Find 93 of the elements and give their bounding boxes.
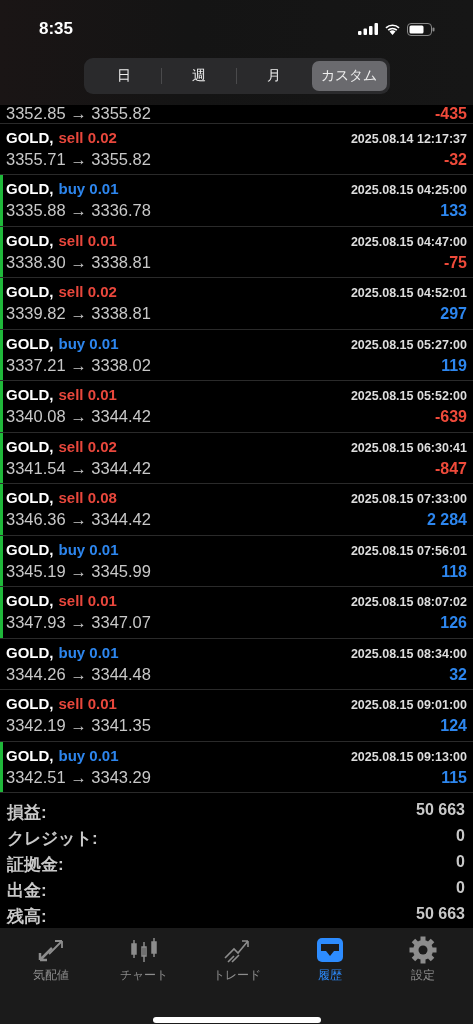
summary-label: 証拠金: bbox=[7, 854, 64, 877]
nav-tab[interactable]: チャート bbox=[103, 936, 184, 985]
deal-time: 2025.08.15 09:01:00 bbox=[350, 698, 467, 713]
deal-volume: sell 0.02 bbox=[58, 438, 117, 455]
deal-prices: 3339.82 → 3338.81 bbox=[6, 304, 151, 324]
deal-volume: sell 0.08 bbox=[58, 489, 117, 507]
symbol: GOLD, bbox=[6, 180, 54, 198]
deal-profit: 297 bbox=[440, 305, 467, 324]
symbol: GOLD, bbox=[6, 283, 54, 301]
deal-profit: -847 bbox=[434, 460, 467, 478]
period-tab[interactable]: 月 bbox=[237, 61, 312, 91]
deal-time: 2025.08.15 07:56:01 bbox=[350, 544, 467, 558]
summary-label: クレジット: bbox=[7, 828, 98, 851]
signal-icon bbox=[358, 23, 378, 35]
deal-time: 2025.08.15 06:30:41 bbox=[350, 441, 467, 455]
nav-tab[interactable]: トレード bbox=[196, 936, 277, 985]
symbol: GOLD, bbox=[6, 129, 54, 146]
deal-prices: 3355.71 → 3355.82 bbox=[6, 150, 151, 169]
symbol: GOLD, bbox=[6, 335, 54, 352]
deal-volume: sell 0.01 bbox=[58, 232, 117, 249]
deal-time: 2025.08.15 04:52:01 bbox=[350, 286, 467, 301]
symbol: GOLD, bbox=[6, 232, 54, 249]
deal-profit: 133 bbox=[440, 202, 467, 221]
deal-profit: -435 bbox=[434, 104, 467, 123]
period-tab[interactable]: 週 bbox=[161, 61, 236, 91]
deal-prices: 3347.93 → 3347.07 bbox=[6, 613, 151, 633]
summary-value: 50 663 bbox=[416, 801, 465, 821]
nav-tab[interactable]: 履歴 bbox=[289, 936, 370, 985]
symbol: GOLD, bbox=[6, 386, 54, 404]
deal-prices: 3338.30 → 3338.81 bbox=[6, 253, 151, 272]
deal-prices: 3340.08 → 3344.42 bbox=[6, 407, 151, 427]
deal-time: 2025.08.15 05:27:00 bbox=[350, 338, 467, 352]
summary-label: 残高: bbox=[7, 906, 47, 929]
deal-volume: sell 0.02 bbox=[58, 129, 117, 146]
deal-volume: sell 0.01 bbox=[58, 592, 117, 610]
symbol: GOLD, bbox=[6, 438, 54, 455]
symbol: GOLD, bbox=[6, 644, 54, 661]
deal-time: 2025.08.14 12:17:37 bbox=[350, 132, 467, 146]
deal-prices: 3341.54 → 3344.42 bbox=[6, 459, 151, 478]
summary-label: 出金: bbox=[7, 880, 47, 903]
clock: 8:35 bbox=[39, 19, 74, 39]
deal-time: 2025.08.15 07:33:00 bbox=[350, 492, 467, 507]
symbol: GOLD, bbox=[6, 747, 54, 764]
deal-time: 2025.08.15 09:13:00 bbox=[350, 750, 467, 764]
nav-tab[interactable]: 気配値 bbox=[10, 936, 91, 985]
deal-time: 2025.08.15 08:34:00 bbox=[350, 647, 467, 661]
period-tab[interactable]: 日 bbox=[86, 61, 161, 91]
deal-prices: 3344.26 → 3344.48 bbox=[6, 665, 151, 684]
summary-label: 損益: bbox=[7, 802, 47, 825]
deal-time: 2025.08.15 05:52:00 bbox=[350, 389, 467, 404]
deal-volume: sell 0.01 bbox=[58, 695, 117, 713]
deal-volume: sell 0.02 bbox=[58, 283, 117, 301]
deal-profit: 118 bbox=[441, 563, 467, 581]
deal-prices: 3352.85 → 3355.82 bbox=[6, 103, 151, 123]
deal-profit: 115 bbox=[441, 769, 467, 787]
wifi-icon bbox=[384, 23, 401, 35]
deal-prices: 3345.19 → 3345.99 bbox=[6, 562, 151, 581]
deal-prices: 3342.19 → 3341.35 bbox=[6, 716, 151, 736]
deal-profit: -32 bbox=[443, 151, 467, 169]
deal-profit: 126 bbox=[440, 614, 467, 633]
deal-profit: -639 bbox=[434, 408, 467, 427]
deal-prices: 3335.88 → 3336.78 bbox=[6, 201, 151, 221]
deal-volume: buy 0.01 bbox=[58, 747, 119, 764]
settings-icon bbox=[407, 936, 438, 965]
symbol: GOLD, bbox=[6, 592, 54, 610]
symbol: GOLD, bbox=[6, 695, 54, 713]
candlestick-icon bbox=[128, 936, 159, 965]
inbox-icon bbox=[314, 936, 345, 965]
deal-profit: 2 284 bbox=[426, 511, 467, 530]
deal-time: 2025.08.15 04:47:00 bbox=[350, 235, 467, 249]
deal-prices: 3342.51 → 3343.29 bbox=[6, 768, 151, 787]
deal-profit: -75 bbox=[443, 254, 467, 272]
summary-value: 0 bbox=[456, 879, 465, 899]
deal-prices: 3346.36 → 3344.42 bbox=[6, 510, 151, 530]
deal-volume: buy 0.01 bbox=[58, 335, 119, 352]
period-tab[interactable]: カスタム bbox=[312, 61, 387, 91]
battery-icon bbox=[407, 22, 435, 36]
deal-volume: buy 0.01 bbox=[58, 644, 119, 661]
summary-value: 0 bbox=[456, 853, 465, 873]
deal-time: 2025.08.15 08:07:02 bbox=[350, 595, 467, 610]
deal-time: 2025.08.15 04:25:00 bbox=[350, 183, 467, 198]
symbol: GOLD, bbox=[6, 541, 54, 558]
deal-volume: buy 0.01 bbox=[58, 541, 119, 558]
deal-profit: 119 bbox=[441, 357, 467, 375]
deal-volume: buy 0.01 bbox=[58, 180, 119, 198]
summary-value: 50 663 bbox=[416, 905, 465, 925]
symbol: GOLD, bbox=[6, 489, 54, 507]
summary-value: 0 bbox=[456, 827, 465, 847]
deal-profit: 124 bbox=[440, 717, 467, 736]
deal-profit: 32 bbox=[449, 666, 467, 684]
deal-prices: 3337.21 → 3338.02 bbox=[6, 356, 151, 375]
deal-volume: sell 0.01 bbox=[58, 386, 117, 404]
nav-tab[interactable]: 設定 bbox=[382, 936, 463, 985]
